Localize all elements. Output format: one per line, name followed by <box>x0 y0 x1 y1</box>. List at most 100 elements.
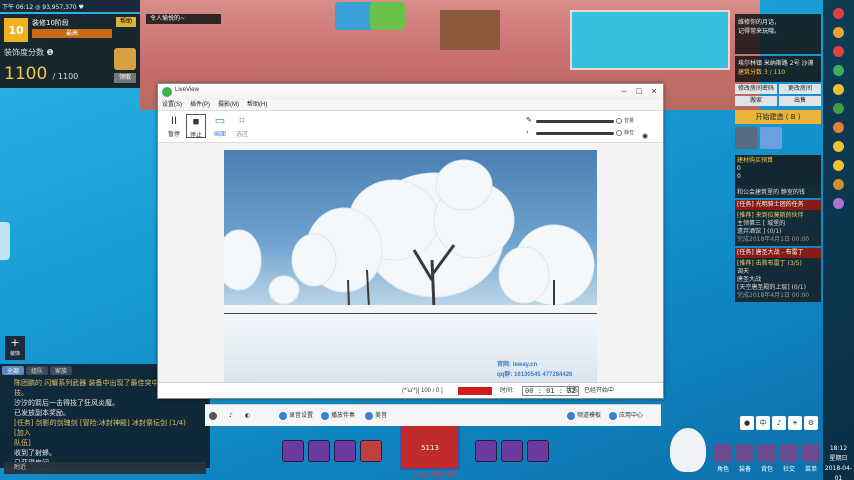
deco-stage-title: 装修10阶段 <box>32 19 69 27</box>
region-button[interactable]: ⌗ 选区 <box>232 114 252 138</box>
notification-icon[interactable] <box>833 8 844 19</box>
change-room-button[interactable]: 更改房间 <box>779 84 821 94</box>
equipment-icon[interactable] <box>736 444 754 462</box>
skill-slot[interactable] <box>360 440 382 462</box>
quick-button[interactable]: 中 <box>756 416 770 430</box>
state-value: 已经开始中 <box>584 388 615 394</box>
friend-icon[interactable] <box>833 198 844 209</box>
menu-help[interactable]: 帮助(H) <box>247 100 267 110</box>
tb-label: 录音设置 <box>289 412 314 419</box>
skill-slot[interactable] <box>282 440 304 462</box>
house-address: 埃尔林镇 米纳斯路 2号 沙漠 <box>738 60 814 67</box>
menu-settings[interactable]: 设置(S) <box>162 100 182 110</box>
screen-icon: ▭ <box>214 115 226 127</box>
quick-button[interactable]: ☀ <box>788 416 802 430</box>
task-line: 完成2018年4月1日 00:00 <box>737 292 810 299</box>
chat-tab-family[interactable]: 家族 <box>50 366 73 375</box>
event-icon[interactable] <box>833 46 844 57</box>
stop-button[interactable]: ■ 停止 <box>186 114 206 139</box>
bgm-button[interactable]: 播放伴奏 <box>321 410 355 422</box>
quick-button[interactable]: ● <box>740 416 754 430</box>
screen-button[interactable]: ▭ 画面 <box>210 114 230 138</box>
menu-label: 背包 <box>760 466 773 473</box>
record-setting-button[interactable]: 录音设置 <box>279 410 313 422</box>
title-bar[interactable]: LiveView – □ × <box>158 84 663 100</box>
skill-slot[interactable] <box>501 440 523 462</box>
skill-slot[interactable] <box>527 440 549 462</box>
volume-label: 音量 <box>624 118 635 124</box>
skill-slot[interactable] <box>475 440 497 462</box>
sound-icon[interactable]: ◐ <box>245 410 250 422</box>
channel-template-button[interactable]: 频道模板 <box>567 410 601 422</box>
shop-icon[interactable] <box>833 65 844 76</box>
chat-input[interactable]: 附近 <box>4 462 206 474</box>
speaker-icon: ◐ <box>526 129 531 136</box>
mic-slider[interactable] <box>536 132 614 135</box>
tool-icon[interactable] <box>735 127 757 149</box>
menu-icon[interactable] <box>802 444 820 462</box>
collect-button[interactable]: 领取 <box>114 73 136 83</box>
achievement-icon[interactable] <box>833 179 844 190</box>
chat-tab-all[interactable]: 全部 <box>2 366 25 375</box>
menu-plugins[interactable]: 插件(P) <box>190 100 210 110</box>
tb-label: 播放伴奏 <box>331 412 356 419</box>
social-icon[interactable] <box>780 444 798 462</box>
move-button[interactable]: 搬家 <box>735 96 777 106</box>
close-icon[interactable]: × <box>647 85 661 98</box>
skill-slot[interactable] <box>308 440 330 462</box>
bag-icon[interactable] <box>758 444 776 462</box>
quest-icon[interactable] <box>833 160 844 171</box>
deco-score-value: 1100 <box>4 64 48 84</box>
eye-icon[interactable]: ◉ <box>642 132 648 140</box>
coin-icon[interactable] <box>833 84 844 95</box>
side-expand-tab[interactable] <box>0 222 10 260</box>
skill-slot[interactable] <box>334 440 356 462</box>
volume-slider[interactable] <box>536 120 614 123</box>
record-indicator <box>458 387 492 395</box>
app-center-button[interactable]: 应用中心 <box>609 410 643 422</box>
quick-buttons: ● 中 ♪ ☀ ⚙ <box>740 416 818 430</box>
avatar[interactable] <box>670 428 706 472</box>
task-line: 唐圣大战 <box>737 276 762 283</box>
screen-label: 画面 <box>213 132 226 138</box>
toolbar: II 暂停 ■ 停止 ▭ 画面 ⌗ 选区 ✎ 音量 ◐ 静音 ◉ <box>158 111 663 143</box>
stream-toolbar: ♪ ◐ 录音设置 播放伴奏 美音 频道模板 应用中心 <box>205 404 661 426</box>
help-button[interactable]: 帮助 <box>116 17 136 27</box>
clock-date: 2018-04-01 <box>824 465 853 480</box>
character-icon[interactable] <box>714 444 732 462</box>
menu-capture[interactable]: 摄影(M) <box>218 100 239 110</box>
rank-icon[interactable] <box>833 141 844 152</box>
volume-radio[interactable] <box>616 118 622 124</box>
mail-icon[interactable] <box>833 122 844 133</box>
task-line[interactable]: [推荐] 击败布雷丁 (3/5) <box>737 260 819 268</box>
status-topbar: 下午 06:12 ◎ 93,957,370 ♥ <box>0 0 140 12</box>
pause-label: 暂停 <box>167 132 180 138</box>
voice-button[interactable]: 美音 <box>365 410 387 422</box>
task-line: 遗弃酒馆 ] (0/1) <box>737 228 782 235</box>
gift-icon[interactable] <box>833 27 844 38</box>
pause-button[interactable]: II 暂停 <box>164 114 184 138</box>
guild-icon[interactable] <box>833 103 844 114</box>
task-line[interactable]: [推荐] 来到拉莫斯的伙伴 <box>737 212 819 220</box>
mute-radio[interactable] <box>616 130 622 136</box>
state-label: 状态: <box>566 388 580 394</box>
mic-icon[interactable]: ♪ <box>229 410 233 422</box>
hp-shield: 5113 <box>400 422 460 470</box>
treasure-box-icon[interactable] <box>114 48 136 70</box>
app-logo-icon <box>162 87 172 97</box>
chat-tab-party[interactable]: 组队 <box>26 366 49 375</box>
avatar-icon[interactable] <box>209 410 219 422</box>
sell-button[interactable]: 出售 <box>779 96 821 106</box>
task-title[interactable]: [任务] 光明骑士团的任务 <box>735 200 821 210</box>
task-title[interactable]: [任务] 唐圣大战 - 布雷丁 <box>735 248 821 258</box>
start-build-button[interactable]: 开始建造 ( B ) <box>735 110 821 124</box>
tool-icon[interactable] <box>760 127 782 149</box>
budget-value: 0 <box>737 165 741 172</box>
change-password-button[interactable]: 修改房间密码 <box>735 84 777 94</box>
house-level-icon: 10 <box>4 18 28 42</box>
maximize-icon[interactable]: □ <box>632 85 646 98</box>
quick-button[interactable]: ♪ <box>772 416 786 430</box>
decorate-button[interactable]: + 装饰 <box>5 336 25 360</box>
quick-button[interactable]: ⚙ <box>804 416 818 430</box>
minimize-icon[interactable]: – <box>617 85 631 98</box>
